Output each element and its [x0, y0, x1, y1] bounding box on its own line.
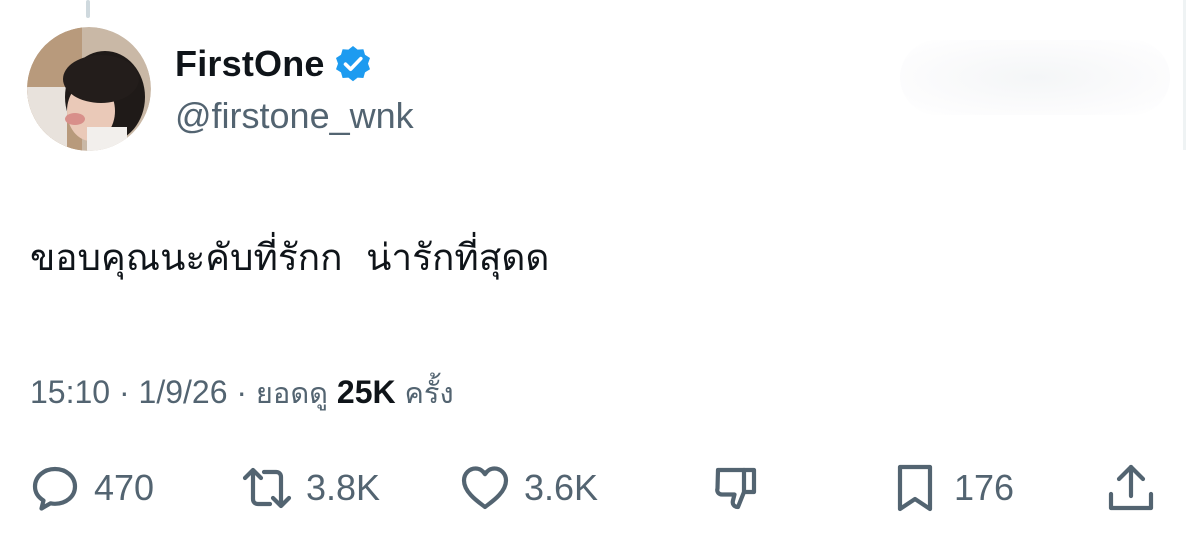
- meta-separator: ·: [110, 374, 139, 410]
- reply-count: 470: [94, 467, 155, 508]
- scroll-edge: [1183, 0, 1186, 150]
- avatar[interactable]: [27, 27, 151, 151]
- share-button[interactable]: [1104, 460, 1158, 516]
- bookmark-count: 176: [954, 467, 1015, 508]
- display-name[interactable]: FirstOne: [175, 43, 325, 85]
- author-name-row[interactable]: FirstOne: [175, 42, 373, 86]
- repost-button[interactable]: 3.8K: [240, 460, 380, 516]
- bookmark-icon: [897, 464, 933, 512]
- share-icon: [1108, 464, 1154, 511]
- thread-connector-line: [86, 0, 90, 18]
- meta-separator: ·: [227, 374, 256, 410]
- views-count[interactable]: 25K: [337, 374, 396, 411]
- dislike-icon: [715, 467, 757, 510]
- tweet-date[interactable]: 1/9/26: [139, 374, 228, 411]
- tweet-time[interactable]: 15:10: [30, 374, 110, 411]
- like-icon: [461, 466, 509, 510]
- author-handle[interactable]: @firstone_wnk: [175, 95, 414, 137]
- reply-button[interactable]: 470: [28, 460, 154, 516]
- repost-icon: [242, 467, 292, 509]
- avatar-image: [27, 27, 151, 151]
- verified-badge-icon[interactable]: [333, 44, 373, 84]
- like-button[interactable]: 3.6K: [458, 460, 598, 516]
- like-count: 3.6K: [524, 467, 599, 508]
- reply-icon: [32, 466, 78, 511]
- repost-count: 3.8K: [306, 467, 381, 508]
- blurred-region: [900, 40, 1170, 115]
- tweet-text: ขอบคุณนะคับที่รักก น่ารักที่สุดด: [30, 236, 550, 279]
- views-suffix: ครั้ง: [404, 376, 454, 410]
- dislike-button[interactable]: [710, 460, 764, 516]
- views-label: ยอดดู: [255, 376, 328, 410]
- bookmark-button[interactable]: 176: [888, 460, 1014, 516]
- tweet-meta: 15:10 · 1/9/26 · ยอดดู 25K ครั้ง: [30, 370, 454, 416]
